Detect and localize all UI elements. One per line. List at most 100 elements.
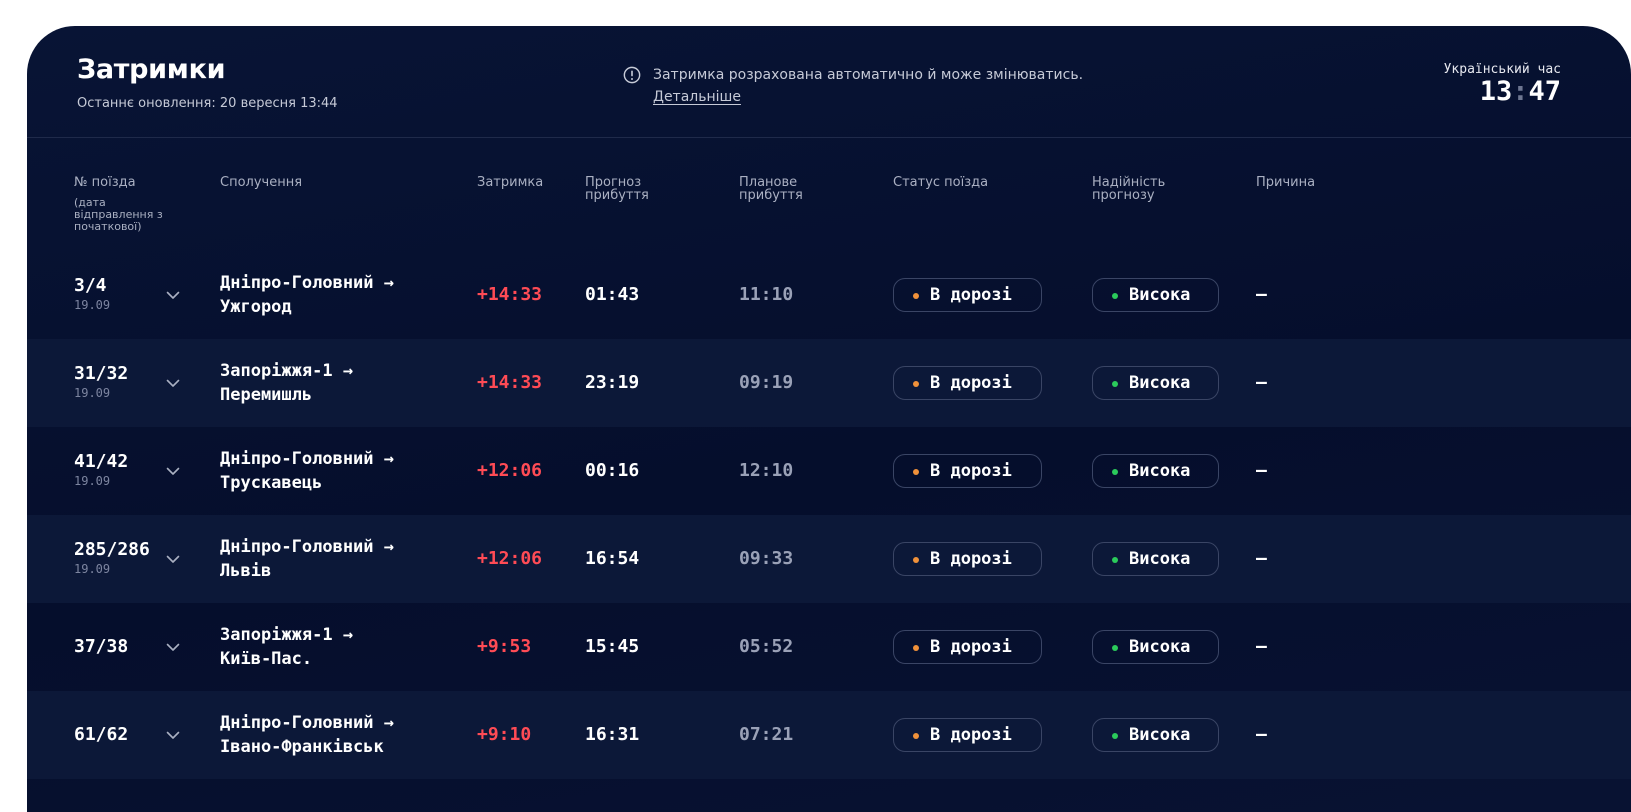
notice-text: Затримка розрахована автоматично й може … — [653, 67, 1084, 83]
reliability-dot — [1112, 469, 1118, 475]
col-train: № поїзда (дата відправлення з початкової… — [74, 176, 184, 233]
route-to: Київ-Пас. — [220, 649, 313, 669]
table-row[interactable]: 61/62 Дніпро-Головний → Івано-Франківськ… — [27, 691, 1631, 779]
route-from: Дніпро-Головний → — [220, 713, 394, 733]
reliability-text: Висока — [1129, 373, 1191, 393]
col-train-sub: (дата відправлення з початкової) — [74, 196, 163, 233]
reliability-dot — [1112, 381, 1118, 387]
chevron-down-icon[interactable] — [165, 463, 181, 479]
status-text: В дорозі — [930, 461, 1012, 481]
last-updated: Останнє оновлення: 20 вересня 13:44 — [77, 96, 338, 111]
reliability-text: Висока — [1129, 461, 1191, 481]
status-text: В дорозі — [930, 725, 1012, 745]
reason: — — [1256, 284, 1267, 305]
reliability-badge: Висока — [1092, 366, 1219, 400]
status-text: В дорозі — [930, 373, 1012, 393]
train-number: 61/62 — [74, 724, 129, 745]
status-badge: В дорозі — [893, 630, 1042, 664]
planned-arrival: 05:52 — [739, 636, 794, 657]
delay-value: +14:33 — [477, 284, 543, 305]
page-title: Затримки — [77, 54, 226, 85]
chevron-down-icon[interactable] — [165, 551, 181, 567]
table-row[interactable]: 3/4 19.09 Дніпро-Головний → Ужгород +14:… — [27, 251, 1631, 339]
route: Дніпро-Головний → Трускавець — [220, 447, 394, 495]
delay-value: +9:53 — [477, 636, 532, 657]
status-dot — [913, 469, 919, 475]
forecast-arrival: 16:31 — [585, 724, 640, 745]
route: Запоріжжя-1 → Перемишль — [220, 359, 353, 407]
route-to: Трускавець — [220, 473, 323, 493]
departure-date: 19.09 — [74, 298, 111, 312]
status-badge: В дорозі — [893, 454, 1042, 488]
route: Дніпро-Головний → Івано-Франківськ — [220, 711, 394, 759]
train-number: 285/286 — [74, 539, 150, 560]
table-row[interactable]: 41/42 19.09 Дніпро-Головний → Трускавець… — [27, 427, 1631, 515]
forecast-arrival: 01:43 — [585, 284, 640, 305]
col-forecast: Прогноз прибуття — [585, 175, 649, 203]
forecast-arrival: 16:54 — [585, 548, 640, 569]
delay-value: +14:33 — [477, 372, 543, 393]
reliability-text: Висока — [1129, 549, 1191, 569]
train-number: 3/4 — [74, 275, 107, 296]
delay-notice: Затримка розрахована автоматично й може … — [623, 64, 1084, 108]
departure-date: 19.09 — [74, 474, 111, 488]
table-row[interactable]: 31/32 19.09 Запоріжжя-1 → Перемишль +14:… — [27, 339, 1631, 427]
reliability-badge: Висока — [1092, 278, 1219, 312]
reliability-badge: Висока — [1092, 542, 1219, 576]
status-text: В дорозі — [930, 549, 1012, 569]
clock-label: Український час — [1443, 62, 1561, 77]
details-link[interactable]: Детальніше — [653, 86, 741, 108]
chevron-down-icon[interactable] — [165, 727, 181, 743]
forecast-arrival: 00:16 — [585, 460, 640, 481]
chevron-down-icon[interactable] — [165, 375, 181, 391]
planned-arrival: 11:10 — [739, 284, 794, 305]
train-number: 31/32 — [74, 363, 129, 384]
clock-minutes: 47 — [1528, 76, 1561, 107]
route-to: Івано-Франківськ — [220, 737, 384, 757]
status-dot — [913, 733, 919, 739]
table-row[interactable]: 285/286 19.09 Дніпро-Головний → Львів +1… — [27, 515, 1631, 603]
status-badge: В дорозі — [893, 278, 1042, 312]
route-to: Львів — [220, 561, 272, 581]
reliability-badge: Висока — [1092, 454, 1219, 488]
delay-value: +9:10 — [477, 724, 532, 745]
status-text: В дорозі — [930, 637, 1012, 657]
route-to: Перемишль — [220, 385, 313, 405]
reliability-dot — [1112, 733, 1118, 739]
col-train-label: № поїзда — [74, 175, 136, 190]
chevron-down-icon[interactable] — [165, 287, 181, 303]
departure-date: 19.09 — [74, 386, 111, 400]
forecast-arrival: 23:19 — [585, 372, 640, 393]
col-delay: Затримка — [477, 175, 544, 190]
planned-arrival: 09:19 — [739, 372, 794, 393]
planned-arrival: 07:21 — [739, 724, 794, 745]
table-row[interactable]: 37/38 Запоріжжя-1 → Київ-Пас. +9:53 15:4… — [27, 603, 1631, 691]
route-from: Запоріжжя-1 → — [220, 361, 354, 381]
reason: — — [1256, 724, 1267, 745]
reason: — — [1256, 372, 1267, 393]
planned-arrival: 12:10 — [739, 460, 794, 481]
reason: — — [1256, 636, 1267, 657]
delay-value: +12:06 — [477, 548, 543, 569]
route-from: Дніпро-Головний → — [220, 449, 394, 469]
route: Дніпро-Головний → Ужгород — [220, 271, 394, 319]
reliability-badge: Висока — [1092, 630, 1219, 664]
chevron-down-icon[interactable] — [165, 639, 181, 655]
delay-value: +12:06 — [477, 460, 543, 481]
clock-hours: 13 — [1479, 76, 1513, 107]
reason: — — [1256, 460, 1267, 481]
status-dot — [913, 557, 919, 563]
train-number: 41/42 — [74, 451, 129, 472]
status-dot — [913, 293, 919, 299]
status-dot — [913, 381, 919, 387]
planned-arrival: 09:33 — [739, 548, 794, 569]
status-dot — [913, 645, 919, 651]
route-from: Дніпро-Головний → — [220, 273, 394, 293]
col-reason: Причина — [1256, 175, 1316, 190]
header-divider — [27, 137, 1631, 138]
reliability-dot — [1112, 645, 1118, 651]
clock-separator: : — [1512, 76, 1529, 107]
clock-time: 13:47 — [1444, 77, 1561, 107]
ukraine-clock: Український час 13:47 — [1444, 62, 1561, 107]
reliability-dot — [1112, 293, 1118, 299]
